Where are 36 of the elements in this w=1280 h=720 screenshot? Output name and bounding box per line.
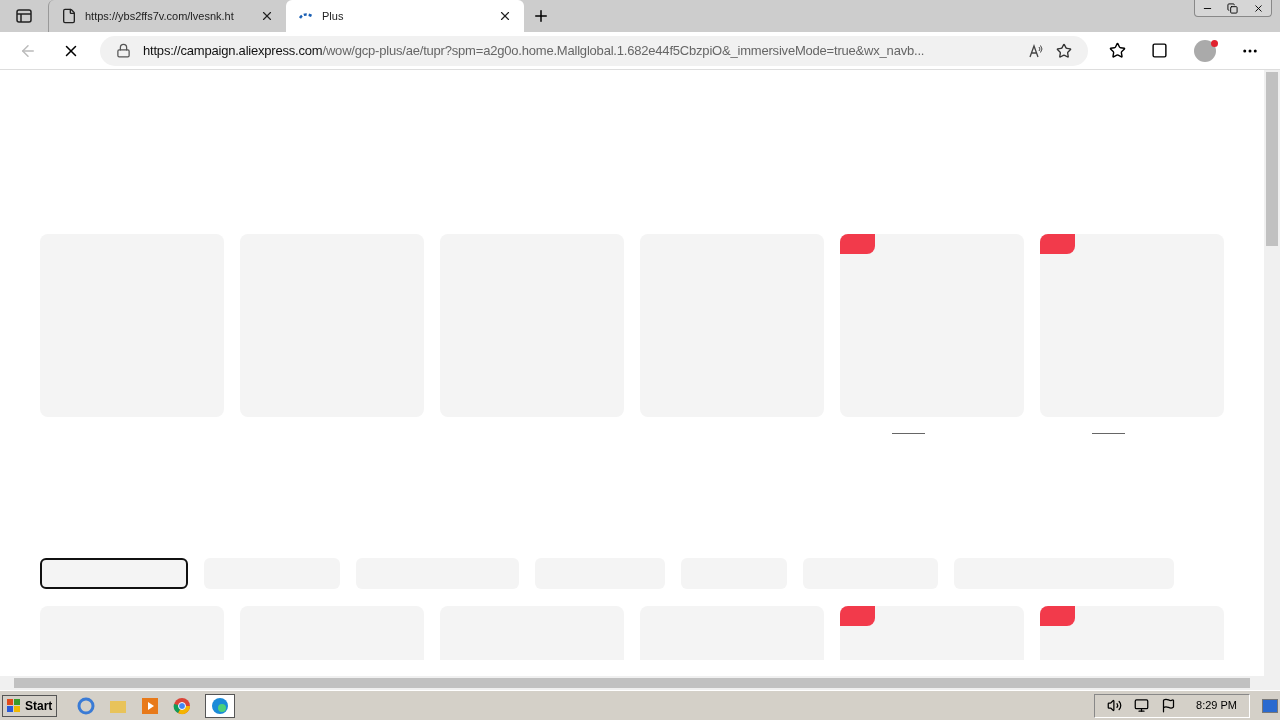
loading-spinner-icon	[298, 11, 314, 21]
tab-title: https://ybs2ffs7v.com/lvesnk.ht	[85, 8, 235, 24]
profile-avatar[interactable]	[1193, 39, 1216, 62]
close-icon[interactable]	[1252, 2, 1264, 14]
favorites-icon[interactable]	[1108, 42, 1126, 59]
volume-icon[interactable]	[1107, 698, 1123, 713]
restore-icon[interactable]	[1227, 2, 1239, 14]
browser-icon[interactable]	[77, 696, 96, 715]
tab-title: Plus	[322, 8, 345, 24]
vertical-scrollbar[interactable]	[1264, 70, 1280, 676]
address-bar[interactable]: https://campaign.aliexpress.com/wow/gcp-plus/ae/tupr?spm=a2g0o.home.Mallglobal.1.682e44f5CbzpiO&_immersiveMode=true&wx_navb...	[100, 35, 1088, 66]
page-icon	[61, 8, 77, 24]
media-player-icon[interactable]	[141, 696, 160, 715]
category-chip[interactable]	[40, 558, 188, 589]
edge-icon	[211, 696, 230, 715]
discount-badge	[1040, 606, 1075, 626]
flag-icon[interactable]	[1161, 698, 1177, 713]
add-favorite-icon[interactable]	[1056, 42, 1072, 59]
edge-taskbar-button[interactable]	[205, 693, 236, 718]
windows-logo-icon	[7, 698, 21, 713]
close-icon[interactable]	[498, 9, 512, 23]
start-button[interactable]: Start	[2, 694, 58, 717]
lock-icon	[116, 43, 131, 58]
tab-actions-icon[interactable]	[16, 9, 32, 23]
close-icon[interactable]	[260, 9, 274, 23]
new-tab-icon[interactable]	[532, 7, 550, 25]
discount-badge	[840, 606, 875, 626]
discount-badge	[1040, 234, 1075, 254]
horizontal-scrollbar[interactable]	[0, 676, 1280, 690]
url-text: https://campaign.aliexpress.com/wow/gcp-plus/ae/tupr?spm=a2g0o.home.Mallglobal.1.682e44f5CbzpiO&_immersiveMode=true&wx_navb...	[143, 41, 926, 60]
chrome-icon[interactable]	[173, 696, 192, 715]
show-desktop-icon[interactable]	[1262, 698, 1278, 713]
clock: 8:29 PM	[1196, 698, 1237, 714]
read-aloud-icon[interactable]	[1028, 42, 1044, 59]
browser-tab[interactable]: Plus	[286, 0, 524, 32]
discount-badge	[840, 234, 875, 254]
